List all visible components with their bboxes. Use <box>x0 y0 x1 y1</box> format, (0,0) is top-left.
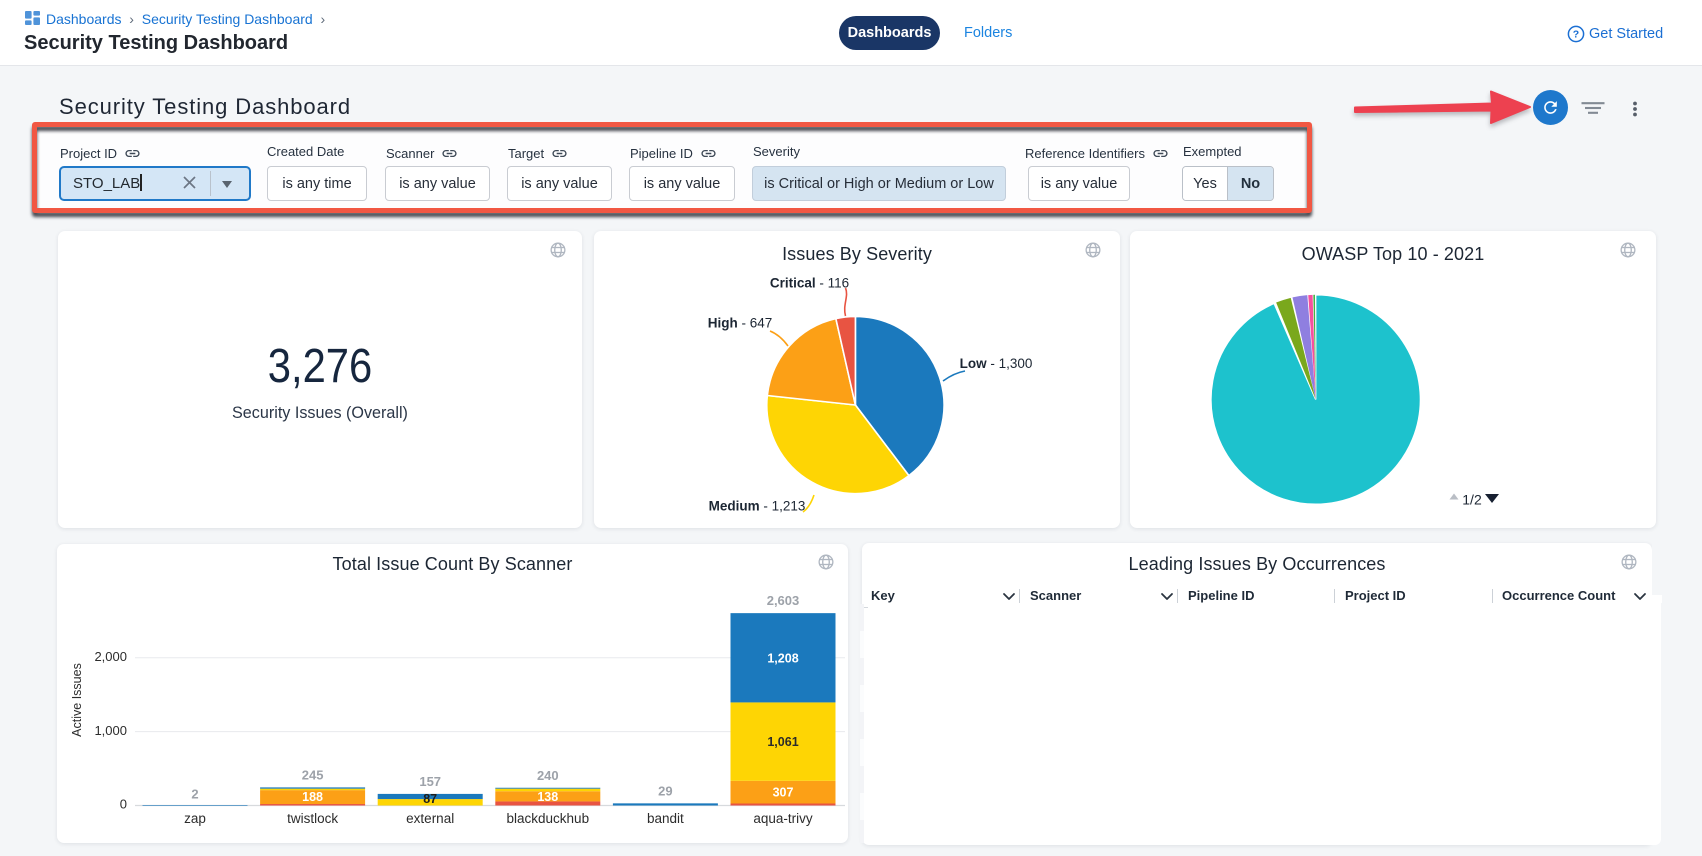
svg-text:307: 307 <box>773 786 794 800</box>
svg-text:87: 87 <box>423 792 437 806</box>
svg-text:1/2: 1/2 <box>1462 492 1482 508</box>
svg-text:twistlock: twistlock <box>287 811 338 826</box>
svg-text:1,061: 1,061 <box>767 735 798 749</box>
svg-text:1,000: 1,000 <box>94 723 127 738</box>
svg-text:188: 188 <box>302 790 323 804</box>
svg-text:2,603: 2,603 <box>767 593 800 608</box>
svg-text:blackduckhub: blackduckhub <box>507 811 590 826</box>
svg-text:2,000: 2,000 <box>94 649 127 664</box>
svg-text:aqua-trivy: aqua-trivy <box>753 811 813 826</box>
svg-text:Key: Key <box>871 588 896 603</box>
svg-text:Scanner: Scanner <box>1030 588 1081 603</box>
svg-text:Medium - 1,213: Medium - 1,213 <box>709 499 806 514</box>
svg-text:Pipeline ID: Pipeline ID <box>1188 588 1254 603</box>
svg-text:bandit: bandit <box>647 811 684 826</box>
svg-text:Critical - 116: Critical - 116 <box>770 276 849 291</box>
svg-text:138: 138 <box>537 790 558 804</box>
svg-text:Occurrence Count: Occurrence Count <box>1502 588 1616 603</box>
svg-text:Active Issues: Active Issues <box>70 663 84 737</box>
svg-text:Low - 1,300: Low - 1,300 <box>960 356 1033 371</box>
svg-text:1,208: 1,208 <box>767 651 798 665</box>
svg-text:?: ? <box>1573 29 1579 41</box>
svg-text:0: 0 <box>120 797 127 812</box>
svg-text:2: 2 <box>191 787 198 802</box>
svg-text:zap: zap <box>184 811 206 826</box>
svg-text:29: 29 <box>658 783 672 798</box>
svg-text:157: 157 <box>419 774 441 789</box>
svg-text:High - 647: High - 647 <box>708 316 773 331</box>
svg-text:245: 245 <box>302 767 324 782</box>
svg-text:Project ID: Project ID <box>1345 588 1406 603</box>
svg-text:240: 240 <box>537 768 559 783</box>
svg-text:external: external <box>406 811 454 826</box>
